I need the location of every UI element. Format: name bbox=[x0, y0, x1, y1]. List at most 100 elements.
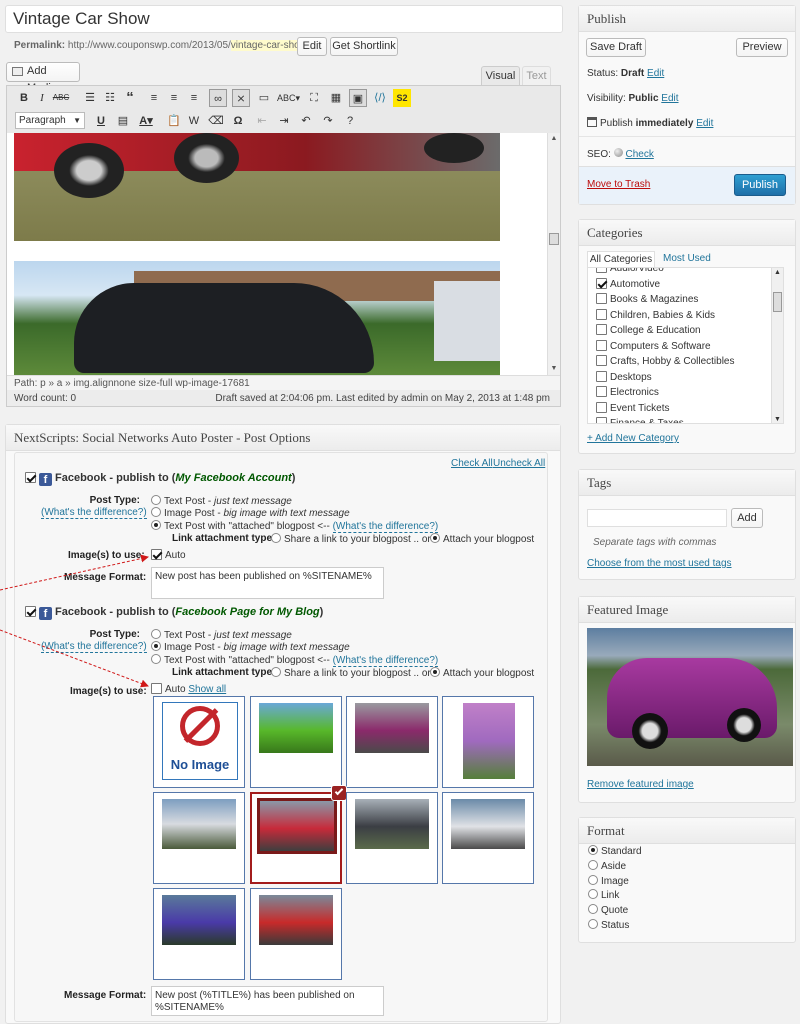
scrollbar-thumb[interactable] bbox=[773, 292, 782, 312]
format-option[interactable]: Aside bbox=[578, 859, 778, 875]
fb1-msg-textarea[interactable]: New post has been published on %SITENAME… bbox=[151, 567, 384, 599]
category-item[interactable]: Desktops bbox=[588, 370, 783, 386]
remove-featured-image-link[interactable]: Remove featured image bbox=[587, 779, 694, 790]
align-right-icon[interactable]: ≡ bbox=[185, 89, 203, 107]
visibility-edit-link[interactable]: Edit bbox=[661, 93, 678, 104]
move-to-trash-link[interactable]: Move to Trash bbox=[587, 179, 650, 190]
justify-icon[interactable]: ▤ bbox=[114, 112, 132, 130]
status-edit-link[interactable]: Edit bbox=[647, 68, 664, 79]
image-option[interactable] bbox=[153, 888, 245, 980]
fb2-opt3-whats-difference[interactable]: (What's the difference?) bbox=[332, 655, 439, 667]
fb2-opt-image[interactable]: Image Post - big image with text message bbox=[151, 641, 350, 653]
category-item[interactable]: Electronics bbox=[588, 385, 783, 401]
clear-formatting-icon[interactable]: ⌫ bbox=[207, 112, 225, 130]
fb1-radio-attach[interactable] bbox=[430, 533, 440, 543]
blockquote-icon[interactable]: “ bbox=[121, 89, 139, 107]
category-checkbox[interactable] bbox=[596, 324, 607, 335]
kitchen-sink-icon[interactable]: ▦ bbox=[327, 89, 345, 107]
format-radio[interactable] bbox=[588, 889, 598, 900]
image-option[interactable] bbox=[346, 696, 438, 788]
fb1-radio-share[interactable] bbox=[271, 533, 281, 543]
format-radio[interactable] bbox=[588, 874, 598, 885]
tab-all-categories[interactable]: All Categories bbox=[587, 251, 655, 267]
tab-visual[interactable]: Visual bbox=[481, 66, 520, 85]
save-draft-button[interactable]: Save Draft bbox=[586, 38, 646, 57]
special-character-icon[interactable]: Ω bbox=[229, 112, 247, 130]
tags-input[interactable] bbox=[587, 509, 727, 527]
fb2-attach-option[interactable]: Attach your blogpost bbox=[430, 667, 534, 679]
outdent-icon[interactable]: ⇤ bbox=[253, 112, 271, 130]
fb2-radio-attach[interactable] bbox=[430, 667, 440, 677]
image-option[interactable] bbox=[153, 792, 245, 884]
fb1-whats-difference-link[interactable]: (What's the difference?) bbox=[41, 507, 147, 519]
image-option[interactable] bbox=[250, 696, 342, 788]
format-option[interactable]: Quote bbox=[578, 904, 778, 919]
bold-icon[interactable]: B bbox=[15, 89, 33, 107]
fb1-radio-image[interactable] bbox=[151, 507, 161, 517]
format-radio[interactable] bbox=[588, 904, 598, 915]
add-media-button[interactable]: Add Media bbox=[6, 62, 80, 94]
publish-edit-link[interactable]: Edit bbox=[696, 118, 713, 129]
align-center-icon[interactable]: ≡ bbox=[165, 89, 183, 107]
format-select[interactable]: Paragraph ▼ bbox=[15, 112, 85, 129]
category-item[interactable]: Event Tickets bbox=[588, 401, 783, 417]
link-icon[interactable]: ∞ bbox=[209, 89, 227, 107]
check-all-link[interactable]: Check All bbox=[451, 458, 493, 469]
fb2-share-link-option[interactable]: Share a link to your blogpost .. or .. bbox=[271, 667, 439, 679]
format-radio[interactable] bbox=[588, 918, 598, 929]
permalink-slug[interactable]: vintage-car-show bbox=[230, 40, 307, 51]
image-option-selected[interactable] bbox=[250, 785, 347, 884]
fb1-enable-checkbox[interactable] bbox=[25, 472, 36, 483]
fb2-auto-option[interactable]: Auto Show all bbox=[151, 683, 226, 695]
shortcode-icon[interactable]: ⟨/⟩ bbox=[371, 89, 389, 107]
fb1-opt-text[interactable]: Text Post - just text message bbox=[151, 495, 292, 507]
redo-icon[interactable]: ↷ bbox=[319, 112, 337, 130]
tab-text[interactable]: Text bbox=[522, 66, 551, 85]
uncheck-all-link[interactable]: Uncheck All bbox=[493, 458, 545, 469]
help-icon[interactable]: ? bbox=[341, 112, 359, 130]
editor-scrollbar[interactable]: ▲ ▼ bbox=[547, 133, 560, 375]
format-option[interactable]: Standard bbox=[578, 845, 778, 860]
add-new-category-link[interactable]: + Add New Category bbox=[587, 433, 679, 444]
add-image-icon[interactable]: ▣ bbox=[349, 89, 367, 107]
category-checkbox[interactable] bbox=[596, 386, 607, 397]
tab-most-used[interactable]: Most Used bbox=[663, 253, 711, 264]
image-option[interactable] bbox=[250, 888, 342, 980]
strikethrough-icon[interactable]: ABC bbox=[52, 89, 70, 107]
format-radio[interactable] bbox=[588, 859, 598, 870]
show-all-link[interactable]: Show all bbox=[188, 684, 226, 695]
format-option[interactable]: Link bbox=[578, 889, 778, 904]
fb2-opt-text[interactable]: Text Post - just text message bbox=[151, 629, 292, 641]
fb1-attach-option[interactable]: Attach your blogpost bbox=[430, 533, 534, 545]
post-title-input[interactable]: Vintage Car Show bbox=[5, 5, 563, 33]
undo-icon[interactable]: ↶ bbox=[297, 112, 315, 130]
category-checkbox[interactable] bbox=[596, 308, 607, 320]
more-tag-icon[interactable]: ▭ bbox=[255, 89, 273, 107]
category-checkbox[interactable] bbox=[596, 355, 607, 366]
category-checkbox[interactable] bbox=[596, 268, 607, 273]
category-item[interactable]: Automotive bbox=[588, 277, 783, 293]
category-item[interactable]: Computers & Software bbox=[588, 339, 783, 355]
format-option[interactable]: Image bbox=[578, 874, 778, 890]
fb1-radio-attached[interactable] bbox=[151, 520, 161, 530]
category-item[interactable]: Audio/Video bbox=[588, 268, 783, 277]
fb1-share-link-option[interactable]: Share a link to your blogpost .. or .. bbox=[271, 533, 439, 545]
paste-text-icon[interactable]: 📋 bbox=[165, 112, 183, 130]
category-checkbox[interactable] bbox=[596, 339, 607, 351]
category-checkbox[interactable] bbox=[596, 277, 607, 289]
fb1-radio-text[interactable] bbox=[151, 495, 161, 505]
category-item[interactable]: Finance & Taxes bbox=[588, 416, 783, 423]
category-checkbox[interactable] bbox=[596, 401, 607, 413]
category-checkbox[interactable] bbox=[596, 370, 607, 382]
paste-word-icon[interactable]: W bbox=[185, 112, 203, 130]
category-item[interactable]: Books & Magazines bbox=[588, 292, 783, 308]
italic-icon[interactable]: I bbox=[33, 89, 51, 107]
bulleted-list-icon[interactable]: ☰ bbox=[81, 89, 99, 107]
featured-image-thumbnail[interactable] bbox=[587, 628, 793, 766]
image-option[interactable] bbox=[442, 792, 534, 884]
spellcheck-icon[interactable]: ABC▾ bbox=[277, 89, 300, 107]
format-radio[interactable] bbox=[588, 845, 598, 855]
unlink-icon[interactable]: ⨯ bbox=[232, 89, 250, 107]
category-item[interactable]: Children, Babies & Kids bbox=[588, 308, 783, 324]
underline-icon[interactable]: U bbox=[92, 112, 110, 130]
